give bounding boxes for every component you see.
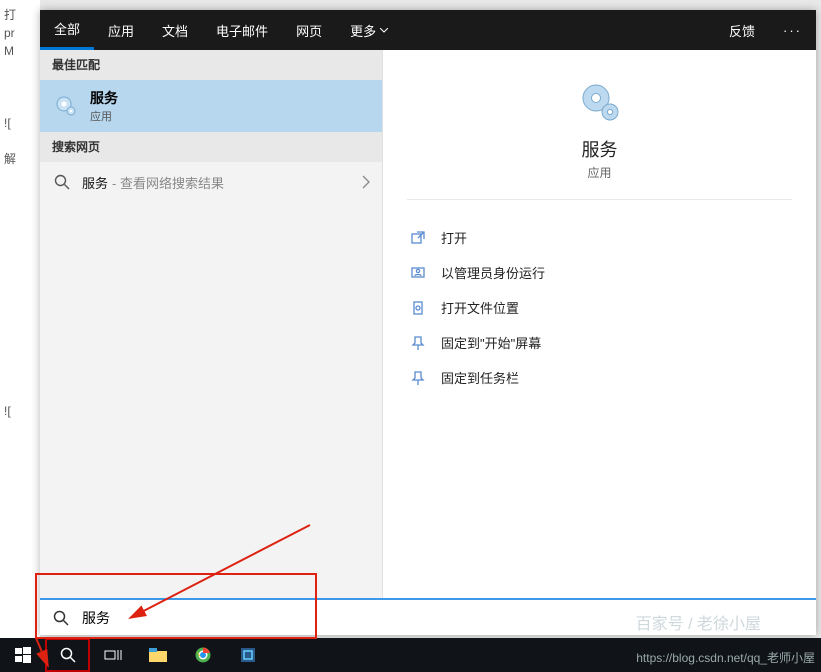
taskbar-file-explorer[interactable]: [135, 638, 180, 672]
best-match-subtitle: 应用: [90, 108, 118, 124]
tab-documents[interactable]: 文档: [148, 10, 202, 50]
vmware-icon: [240, 647, 256, 663]
action-open-file-location[interactable]: 打开文件位置: [397, 290, 802, 325]
tab-apps[interactable]: 应用: [94, 10, 148, 50]
windows-taskbar: https://blog.csdn.net/qq_老师小屋: [0, 638, 821, 672]
web-search-header: 搜索网页: [40, 132, 382, 162]
best-match-result[interactable]: 服务 应用: [40, 80, 382, 132]
action-open-label: 打开: [441, 228, 467, 247]
taskbar-vmware[interactable]: [225, 638, 270, 672]
admin-icon: [407, 264, 429, 282]
chrome-icon: [195, 647, 211, 663]
chevron-right-icon: [362, 175, 370, 189]
file-explorer-icon: [149, 648, 167, 662]
pin-start-icon: [407, 334, 429, 352]
chevron-down-icon: [380, 28, 388, 33]
windows-logo-icon: [15, 647, 31, 663]
action-pin-to-taskbar[interactable]: 固定到任务栏: [397, 360, 802, 395]
action-list: 打开 以管理员身份运行 打开文件位置: [383, 220, 816, 395]
search-icon: [60, 647, 76, 663]
feedback-link[interactable]: 反馈: [715, 21, 769, 40]
action-open-file-location-label: 打开文件位置: [441, 298, 519, 317]
web-search-result[interactable]: 服务 - 查看网络搜索结果: [40, 162, 382, 202]
services-gear-icon: [576, 78, 624, 126]
action-run-as-admin-label: 以管理员身份运行: [441, 263, 545, 282]
tab-more[interactable]: 更多: [336, 10, 402, 50]
action-open[interactable]: 打开: [397, 220, 802, 255]
web-search-subtitle: - 查看网络搜索结果: [112, 173, 224, 192]
watermark-text: https://blog.csdn.net/qq_老师小屋: [636, 649, 815, 666]
search-icon: [50, 610, 72, 626]
pin-taskbar-icon: [407, 369, 429, 387]
folder-icon: [407, 299, 429, 317]
background-page: 打 pr M ![ 解 ![: [0, 0, 40, 640]
tab-more-label: 更多: [350, 21, 376, 40]
taskbar-search-button[interactable]: [45, 638, 90, 672]
best-match-title: 服务: [90, 88, 118, 108]
more-options-button[interactable]: ···: [769, 23, 816, 38]
action-run-as-admin[interactable]: 以管理员身份运行: [397, 255, 802, 290]
taskbar-chrome[interactable]: [180, 638, 225, 672]
open-icon: [407, 229, 429, 247]
task-view-icon: [104, 648, 122, 662]
result-detail-pane: 服务 应用 打开 以管理员身份运行: [383, 50, 816, 598]
tab-web[interactable]: 网页: [282, 10, 336, 50]
tab-email[interactable]: 电子邮件: [202, 10, 282, 50]
search-icon: [52, 172, 72, 192]
task-view-button[interactable]: [90, 638, 135, 672]
action-pin-to-taskbar-label: 固定到任务栏: [441, 368, 519, 387]
tab-all[interactable]: 全部: [40, 10, 94, 50]
services-gear-icon: [52, 92, 80, 120]
search-scope-tabs: 全部 应用 文档 电子邮件 网页 更多 反馈 ···: [40, 10, 816, 50]
detail-title: 服务: [582, 136, 618, 162]
start-button[interactable]: [0, 638, 45, 672]
windows-search-panel: 全部 应用 文档 电子邮件 网页 更多 反馈 ··· 最佳匹配 服务 应用 搜索…: [40, 10, 816, 635]
web-search-term: 服务: [82, 173, 108, 192]
action-pin-to-start-label: 固定到"开始"屏幕: [441, 333, 541, 352]
watermark-text-2: 百家号 / 老徐小屋: [636, 610, 761, 634]
action-pin-to-start[interactable]: 固定到"开始"屏幕: [397, 325, 802, 360]
detail-subtitle: 应用: [587, 164, 611, 181]
best-match-header: 最佳匹配: [40, 50, 382, 80]
results-left-column: 最佳匹配 服务 应用 搜索网页 服务 - 查看网络搜索结果: [40, 50, 383, 598]
